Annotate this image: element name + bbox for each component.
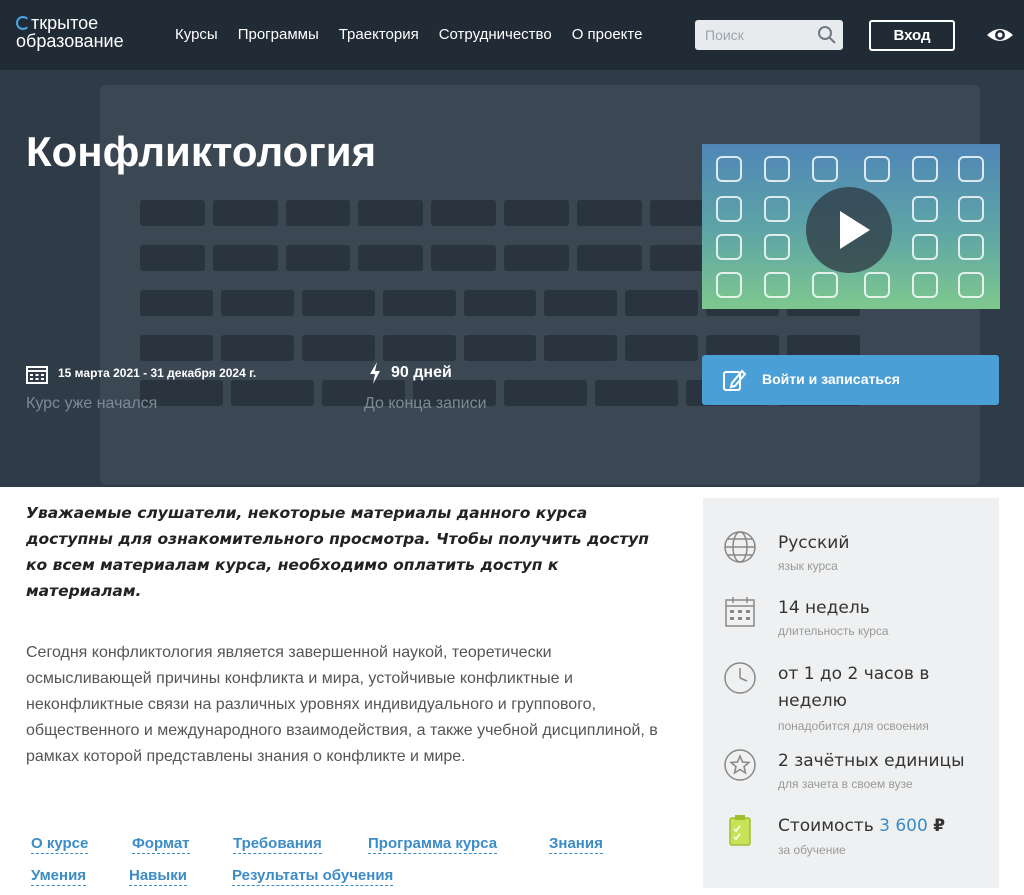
duration-label: длительность курса xyxy=(778,624,889,638)
credits-value: 2 зачётных единицы xyxy=(778,751,965,771)
edit-icon xyxy=(723,369,746,391)
cost-currency: ₽ xyxy=(933,816,946,836)
enroll-button[interactable]: Войти и записаться xyxy=(702,355,999,405)
clipboard-icon xyxy=(729,815,751,846)
language-label: язык курса xyxy=(778,559,838,573)
effort-value: от 1 до 2 часов в неделю xyxy=(778,664,930,711)
nav-about[interactable]: О проекте xyxy=(572,26,643,43)
course-description: Сегодня конфликтология является завершен… xyxy=(26,644,658,765)
tab-requirements[interactable]: Требования xyxy=(233,835,322,854)
site-logo[interactable]: ткрытое образование xyxy=(16,14,124,50)
calendar-icon xyxy=(26,366,48,384)
days-remaining-label: До конца записи xyxy=(364,395,487,412)
course-started-status: Курс уже начался xyxy=(26,395,158,412)
cost-prefix: Стоимость xyxy=(778,816,874,836)
clock-icon xyxy=(724,662,756,694)
tab-skills[interactable]: Навыки xyxy=(129,867,187,886)
star-icon xyxy=(724,749,756,781)
tab-format[interactable]: Формат xyxy=(132,835,190,854)
tab-abilities[interactable]: Умения xyxy=(31,867,87,886)
tab-learning-outcomes[interactable]: Результаты обучения xyxy=(232,867,394,886)
globe-icon xyxy=(724,531,756,563)
search-icon[interactable] xyxy=(817,25,837,45)
days-remaining: 90 дней xyxy=(391,364,452,381)
login-button[interactable]: Вход xyxy=(869,20,955,51)
credits-label: для зачета в своем вузе xyxy=(778,777,913,791)
search-box xyxy=(695,20,843,50)
eye-icon[interactable] xyxy=(985,24,1015,46)
calendar-icon xyxy=(725,597,755,627)
nav-cooperation[interactable]: Сотрудничество xyxy=(439,26,552,43)
logo-ring-icon xyxy=(16,16,30,30)
nav-programs[interactable]: Программы xyxy=(238,26,319,43)
lightning-icon xyxy=(370,362,380,384)
nav-courses[interactable]: Курсы xyxy=(175,26,218,43)
main-nav: Курсы Программы Траектория Сотрудничеств… xyxy=(175,26,642,43)
nav-trajectory[interactable]: Траектория xyxy=(339,26,419,43)
cost-value: Стоимость 3 600 ₽ xyxy=(778,813,988,840)
effort-label: понадобится для освоения xyxy=(778,719,929,733)
cost-label: за обучение xyxy=(778,843,846,857)
tab-knowledge[interactable]: Знания xyxy=(549,835,603,854)
dates-text: 15 марта 2021 - 31 декабря 2024 г. xyxy=(58,366,257,380)
language-value: Русский xyxy=(778,533,850,553)
search-input[interactable] xyxy=(695,20,815,50)
access-notice: Уважаемые слушатели, некоторые материалы… xyxy=(26,504,649,600)
logo-text-line2: образование xyxy=(16,31,124,51)
course-title: Конфликтология xyxy=(26,128,377,175)
tab-program[interactable]: Программа курса xyxy=(368,835,498,854)
play-icon xyxy=(840,211,870,249)
play-button[interactable] xyxy=(806,187,892,273)
duration-value: 14 недель xyxy=(778,598,870,618)
top-navbar: ткрытое образование Курсы Программы Трае… xyxy=(0,0,1024,70)
cost-amount: 3 600 xyxy=(879,816,928,836)
course-info-sidebar: Русский язык курса 14 недель длительност… xyxy=(703,498,999,888)
tab-about[interactable]: О курсе xyxy=(31,835,89,854)
enroll-button-label: Войти и записаться xyxy=(762,371,900,387)
logo-text-line1: ткрытое xyxy=(31,13,99,33)
